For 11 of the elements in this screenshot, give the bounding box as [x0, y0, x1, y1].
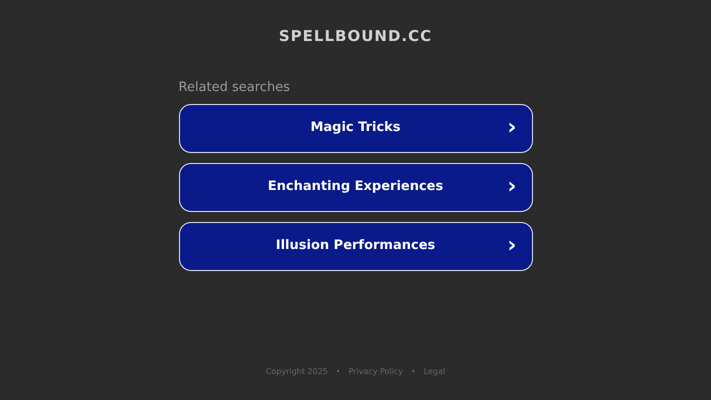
site-title: SPELLBOUND.CC: [278, 26, 432, 47]
separator-dot: •: [336, 366, 340, 378]
section-heading: Related searches: [178, 79, 290, 97]
search-link[interactable]: Enchanting Experiences ›: [178, 162, 532, 212]
separator-dot: •: [411, 366, 416, 378]
chevron-icon: ›: [507, 235, 516, 257]
search-link[interactable]: Illusion Performances ›: [178, 222, 532, 270]
chevron-icon: ›: [507, 176, 516, 198]
chevron-icon: ›: [507, 117, 516, 139]
copyright-text: Copyright 2025: [266, 366, 328, 378]
search-link[interactable]: Magic Tricks ›: [178, 104, 532, 152]
